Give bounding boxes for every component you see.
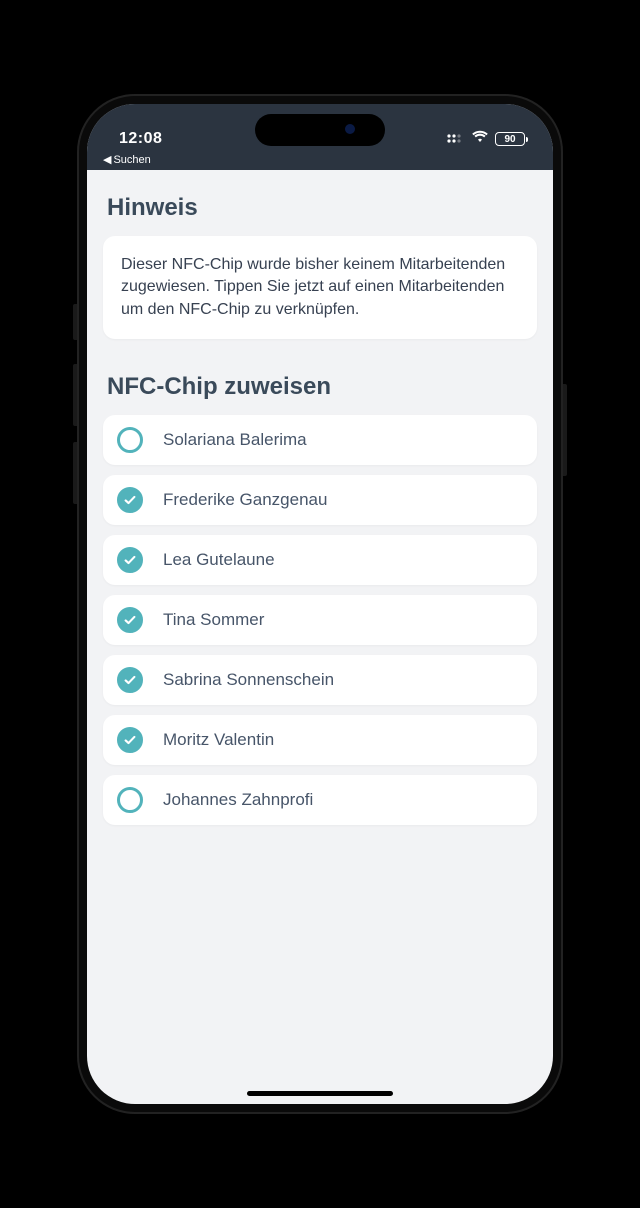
employee-item[interactable]: Lea Gutelaune [103, 535, 537, 585]
side-button [563, 384, 567, 476]
radio-checked-icon [117, 667, 143, 693]
radio-checked-icon [117, 727, 143, 753]
back-to-search[interactable]: ◀ Suchen [103, 153, 151, 166]
employee-item[interactable]: Johannes Zahnprofi [103, 775, 537, 825]
radio-checked-icon [117, 547, 143, 573]
status-time: 12:08 [119, 130, 162, 148]
employee-list: Solariana Balerima Frederike Ganzgenau Lea… [103, 415, 537, 825]
employee-item[interactable]: Solariana Balerima [103, 415, 537, 465]
home-indicator[interactable] [247, 1091, 393, 1096]
dynamic-island [255, 114, 385, 146]
battery-icon: 90 [495, 132, 525, 146]
radio-checked-icon [117, 487, 143, 513]
employee-item[interactable]: Moritz Valentin [103, 715, 537, 765]
chevron-left-icon: ◀ [103, 153, 111, 166]
employee-item[interactable]: Tina Sommer [103, 595, 537, 645]
employee-name: Lea Gutelaune [163, 550, 275, 570]
content-area: Hinweis Dieser NFC-Chip wurde bisher kei… [87, 170, 553, 825]
radio-checked-icon [117, 607, 143, 633]
radio-empty-icon [117, 427, 143, 453]
side-button [73, 364, 77, 426]
hint-body: Dieser NFC-Chip wurde bisher keinem Mita… [121, 256, 505, 318]
battery-level: 90 [504, 134, 515, 145]
employee-name: Moritz Valentin [163, 730, 274, 750]
phone-screen: 12:08 [87, 104, 553, 1104]
employee-name: Tina Sommer [163, 610, 264, 630]
wifi-icon [471, 130, 489, 148]
employee-item[interactable]: Sabrina Sonnenschein [103, 655, 537, 705]
employee-name: Solariana Balerima [163, 430, 307, 450]
employee-name: Johannes Zahnprofi [163, 790, 313, 810]
side-button [73, 304, 77, 340]
employee-item[interactable]: Frederike Ganzgenau [103, 475, 537, 525]
cellular-icon [447, 130, 465, 148]
radio-empty-icon [117, 787, 143, 813]
status-bar-area: 12:08 [87, 104, 553, 170]
status-indicators: 90 [447, 130, 525, 148]
employee-name: Frederike Ganzgenau [163, 490, 327, 510]
side-button [73, 442, 77, 504]
hint-card: Dieser NFC-Chip wurde bisher keinem Mita… [103, 236, 537, 339]
assign-title: NFC-Chip zuweisen [107, 373, 533, 401]
employee-name: Sabrina Sonnenschein [163, 670, 334, 690]
hint-title: Hinweis [107, 194, 533, 222]
phone-frame: 12:08 [77, 94, 563, 1114]
back-label: Suchen [113, 154, 150, 166]
